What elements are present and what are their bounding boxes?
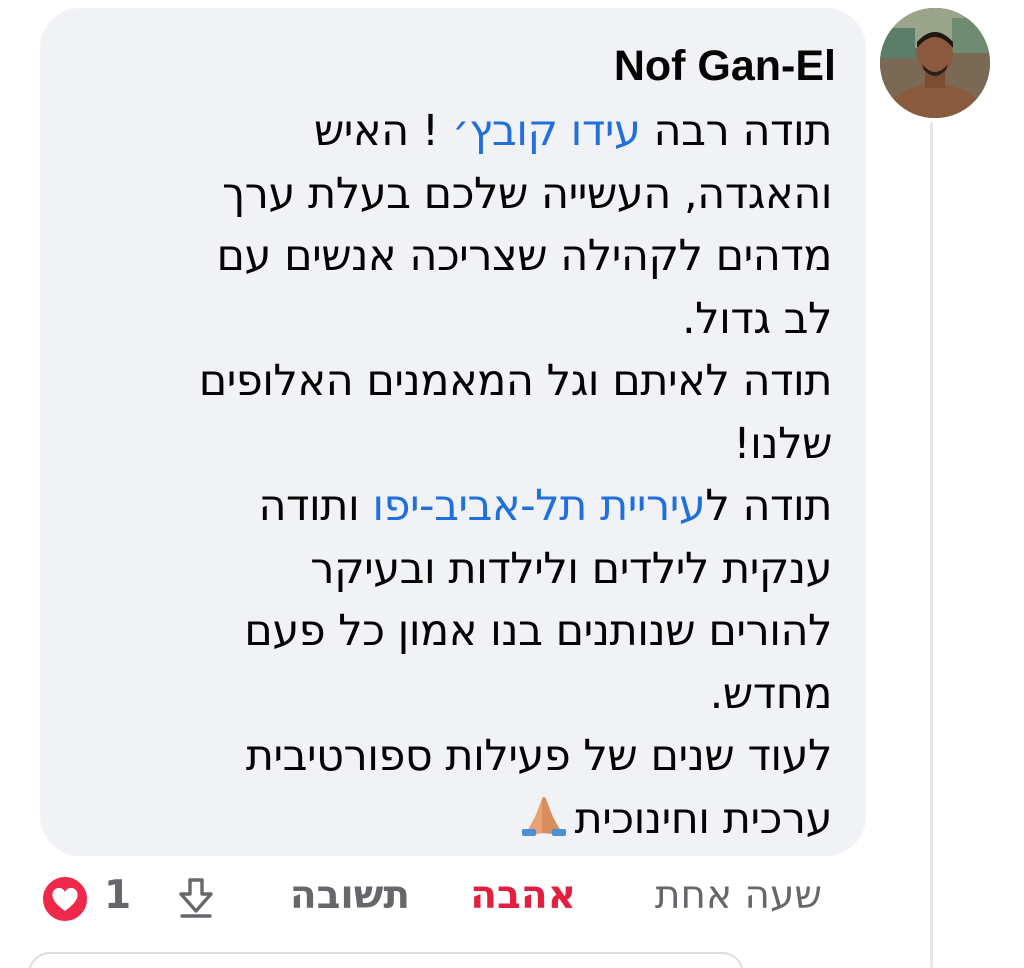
comment-text-segment: תודה רבה xyxy=(640,106,833,156)
comment-text-segment: ותודה xyxy=(258,481,373,531)
comment-line: לעוד שנים של פעילות ספורטיבית xyxy=(62,725,833,788)
comment-line: ערכית וחינוכית xyxy=(62,788,833,851)
comment-line: לב גדול. xyxy=(62,288,833,351)
comment-text-segment: לעוד שנים של פעילות ספורטיבית xyxy=(245,731,833,781)
comment-text-segment: ! האיש xyxy=(313,106,452,156)
comment-line: תודה רבה עידו קובץ׳ ! האיש xyxy=(62,100,833,163)
love-reaction-button[interactable]: אהבה xyxy=(470,866,576,926)
thread-line xyxy=(930,122,933,968)
comment-thread: Nof Gan-El תודה רבה עידו קובץ׳ ! האיש והא… xyxy=(0,0,1024,968)
comment-actions: שעה אחת אהבה תשובה 1 xyxy=(0,866,1024,926)
comment-text-segment: מחדש. xyxy=(709,668,833,719)
mention-link[interactable]: עידו קובץ׳ xyxy=(452,106,641,156)
avatar-image xyxy=(880,8,990,118)
comment-line: מחדש. xyxy=(62,663,833,726)
share-arrow-icon[interactable] xyxy=(174,876,218,920)
folded-hands-emoji xyxy=(521,796,566,836)
comment-text: תודה רבה עידו קובץ׳ ! האיש והאגדה, העשייה… xyxy=(62,100,833,851)
comment-text-segment: מדהים לקהילה שצריכה אנשים עם xyxy=(216,231,832,281)
reply-input-box[interactable] xyxy=(28,952,744,968)
avatar[interactable] xyxy=(880,8,990,118)
reaction-count[interactable]: 1 xyxy=(104,866,131,926)
comment-line: מדהים לקהילה שצריכה אנשים עם xyxy=(62,225,832,288)
comment-text-segment: שלנו! xyxy=(733,418,832,469)
comment-text-segment: ענקית לילדים ולילדות ובעיקר xyxy=(310,543,832,594)
comment-line: תודה לעיריית תל-אביב-יפו ותודה xyxy=(62,475,832,538)
comment-text-segment: תודה לאיתם וגל המאמנים האלופים xyxy=(198,356,833,406)
heart-reaction-icon[interactable] xyxy=(40,874,90,924)
comment-timestamp[interactable]: שעה אחת xyxy=(655,866,822,926)
comment-line: ענקית לילדים ולילדות ובעיקר xyxy=(62,538,832,601)
comment-author[interactable]: Nof Gan-El xyxy=(614,38,836,94)
reply-button[interactable]: תשובה xyxy=(290,866,410,926)
comment-text-segment: להורים שנותנים בנו אמון כל פעם xyxy=(244,606,832,656)
comment-line: שלנו! xyxy=(62,413,832,476)
comment-line: להורים שנותנים בנו אמון כל פעם xyxy=(62,600,832,663)
comment-line: והאגדה, העשייה שלכם בעלת ערך xyxy=(62,163,832,226)
comment-text-segment: ערכית וחינוכית xyxy=(574,793,833,844)
comment-text-segment: תודה ל xyxy=(705,481,832,531)
mention-link[interactable]: עיריית תל-אביב-יפו xyxy=(372,481,705,531)
comment-text-segment: והאגדה, העשייה שלכם בעלת ערך xyxy=(222,168,832,219)
comment-line: תודה לאיתם וגל המאמנים האלופים xyxy=(62,350,833,413)
comment-bubble: Nof Gan-El תודה רבה עידו קובץ׳ ! האיש והא… xyxy=(40,8,866,856)
comment-text-segment: לב גדול. xyxy=(682,293,833,344)
